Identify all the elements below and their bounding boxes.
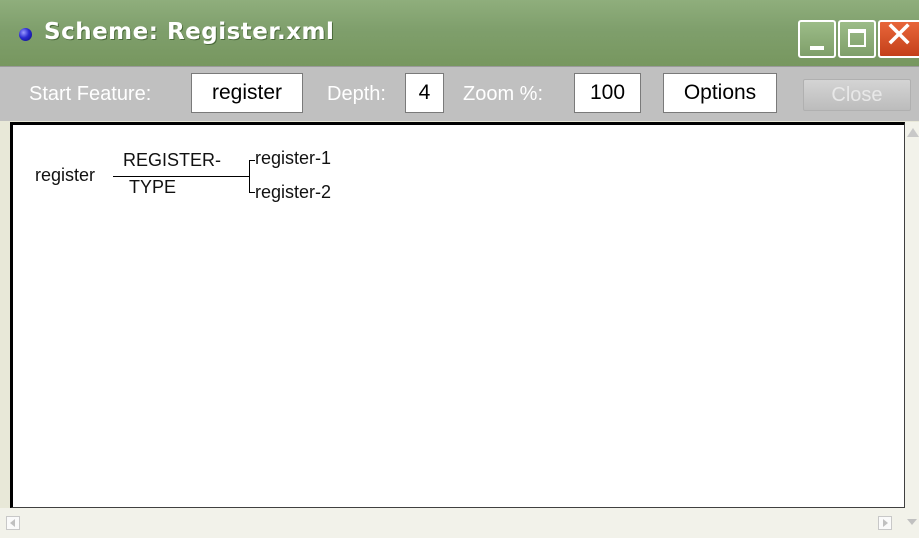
scroll-down-icon[interactable] [905, 508, 919, 538]
title-bar[interactable]: Scheme: Register.xml ✕ [0, 0, 919, 66]
minimize-button[interactable] [798, 20, 836, 58]
window-icon [19, 28, 32, 41]
depth-input[interactable]: 4 [405, 73, 444, 113]
scroll-left-icon[interactable] [6, 516, 20, 530]
depth-label: Depth: [327, 83, 386, 105]
close-window-button[interactable]: ✕ [878, 15, 919, 58]
scroll-up-icon[interactable] [907, 128, 919, 137]
start-feature-input[interactable]: register [191, 73, 303, 113]
scheme-type-label-line1[interactable]: REGISTER- [123, 150, 221, 171]
maximize-button[interactable] [838, 20, 876, 58]
window-title: Scheme: Register.xml [44, 19, 335, 45]
scheme-root-node[interactable]: register [35, 165, 95, 186]
scheme-child-node[interactable]: register-2 [255, 182, 331, 203]
close-icon: ✕ [884, 15, 915, 56]
scheme-window: Scheme: Register.xml ✕ Start Feature: re… [0, 0, 919, 538]
branch-bracket [249, 160, 250, 192]
toolbar: Start Feature: register Depth: 4 Zoom %:… [0, 66, 919, 121]
scheme-child-node[interactable]: register-1 [255, 148, 331, 169]
scheme-type-label-line2[interactable]: TYPE [129, 177, 176, 198]
horizontal-scrollbar[interactable] [0, 508, 905, 538]
maximize-icon [848, 29, 866, 47]
zoom-input[interactable]: 100 [574, 73, 641, 113]
options-button[interactable]: Options [663, 73, 777, 113]
scroll-right-icon[interactable] [878, 516, 892, 530]
zoom-label: Zoom %: [463, 83, 544, 105]
close-button[interactable]: Close [803, 79, 911, 111]
scheme-canvas[interactable]: register REGISTER- TYPE register-1 regis… [10, 122, 905, 508]
start-feature-label: Start Feature: [29, 83, 152, 105]
vertical-scrollbar[interactable] [905, 122, 919, 508]
minimize-icon [810, 46, 824, 50]
